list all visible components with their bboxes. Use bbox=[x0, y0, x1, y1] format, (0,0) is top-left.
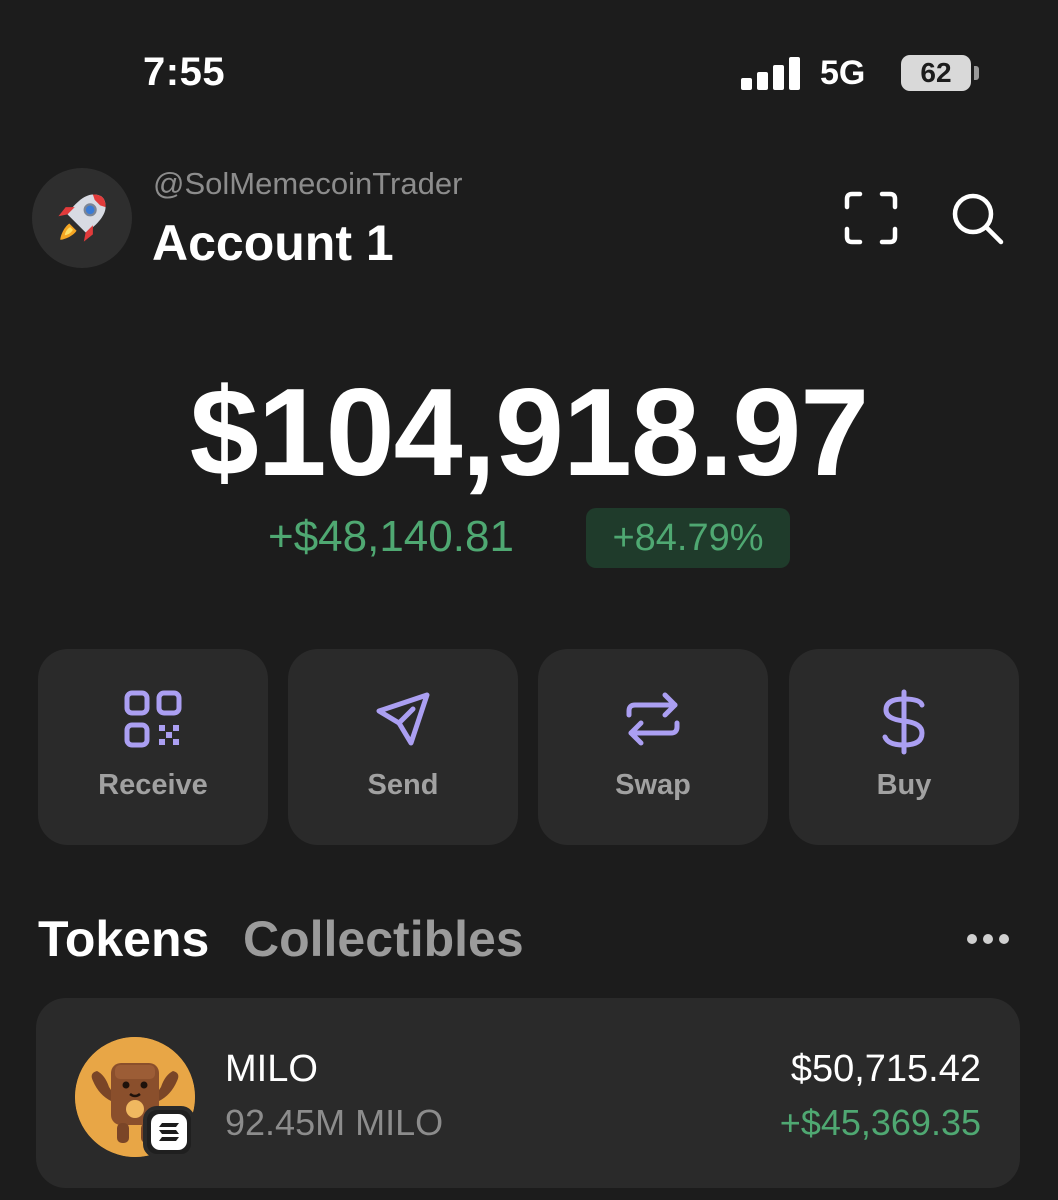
more-dot-icon bbox=[967, 934, 977, 944]
send-arrow-icon bbox=[376, 692, 430, 746]
buy-label: Buy bbox=[876, 769, 932, 801]
solana-icon bbox=[159, 1123, 179, 1141]
balance-change-amount: +$48,140.81 bbox=[268, 512, 514, 561]
receive-button[interactable]: Receive bbox=[38, 649, 268, 845]
qr-code-icon bbox=[124, 690, 182, 748]
token-name: MILO bbox=[225, 1048, 318, 1090]
signal-icon bbox=[741, 56, 801, 90]
scan-frame-icon bbox=[844, 191, 898, 245]
search-button[interactable] bbox=[942, 183, 1012, 253]
battery-level: 62 bbox=[920, 57, 952, 88]
account-handle[interactable]: @SolMemecoinTrader bbox=[153, 166, 462, 202]
network-label: 5G bbox=[820, 54, 866, 92]
receive-label: Receive bbox=[98, 769, 208, 801]
chain-badge bbox=[143, 1106, 195, 1158]
balance-change-percent: +84.79% bbox=[612, 516, 764, 559]
token-value: $50,715.42 bbox=[790, 1048, 981, 1090]
more-options-button[interactable] bbox=[958, 922, 1018, 956]
total-balance: $104,918.97 bbox=[189, 364, 870, 502]
swap-label: Swap bbox=[615, 769, 691, 801]
more-dot-icon bbox=[983, 934, 993, 944]
rocket-icon bbox=[58, 194, 106, 242]
balance-change-percent-badge: +84.79% bbox=[586, 508, 790, 568]
tab-collectibles[interactable]: Collectibles bbox=[243, 910, 524, 968]
battery-icon: 62 bbox=[901, 55, 971, 91]
token-pnl: +$45,369.35 bbox=[779, 1102, 981, 1143]
tab-tokens[interactable]: Tokens bbox=[38, 910, 209, 968]
scan-button[interactable] bbox=[836, 183, 906, 253]
token-row[interactable]: MILO 92.45M MILO $50,715.42 +$45,369.35 bbox=[36, 998, 1020, 1188]
account-name[interactable]: Account 1 bbox=[152, 214, 394, 272]
more-dot-icon bbox=[999, 934, 1009, 944]
wallet-screen: 7:55 5G 62 @SolMemecoinTrader Account 1 bbox=[0, 0, 1058, 1200]
send-button[interactable]: Send bbox=[288, 649, 518, 845]
swap-button[interactable]: Swap bbox=[538, 649, 768, 845]
battery-nub bbox=[974, 66, 979, 80]
token-amount: 92.45M MILO bbox=[225, 1102, 444, 1143]
send-label: Send bbox=[367, 769, 439, 801]
status-time: 7:55 bbox=[143, 50, 226, 94]
swap-arrows-icon bbox=[626, 692, 680, 746]
avatar[interactable] bbox=[32, 168, 132, 268]
buy-button[interactable]: Buy bbox=[789, 649, 1019, 845]
search-icon bbox=[952, 193, 1004, 245]
dollar-icon bbox=[882, 689, 925, 755]
